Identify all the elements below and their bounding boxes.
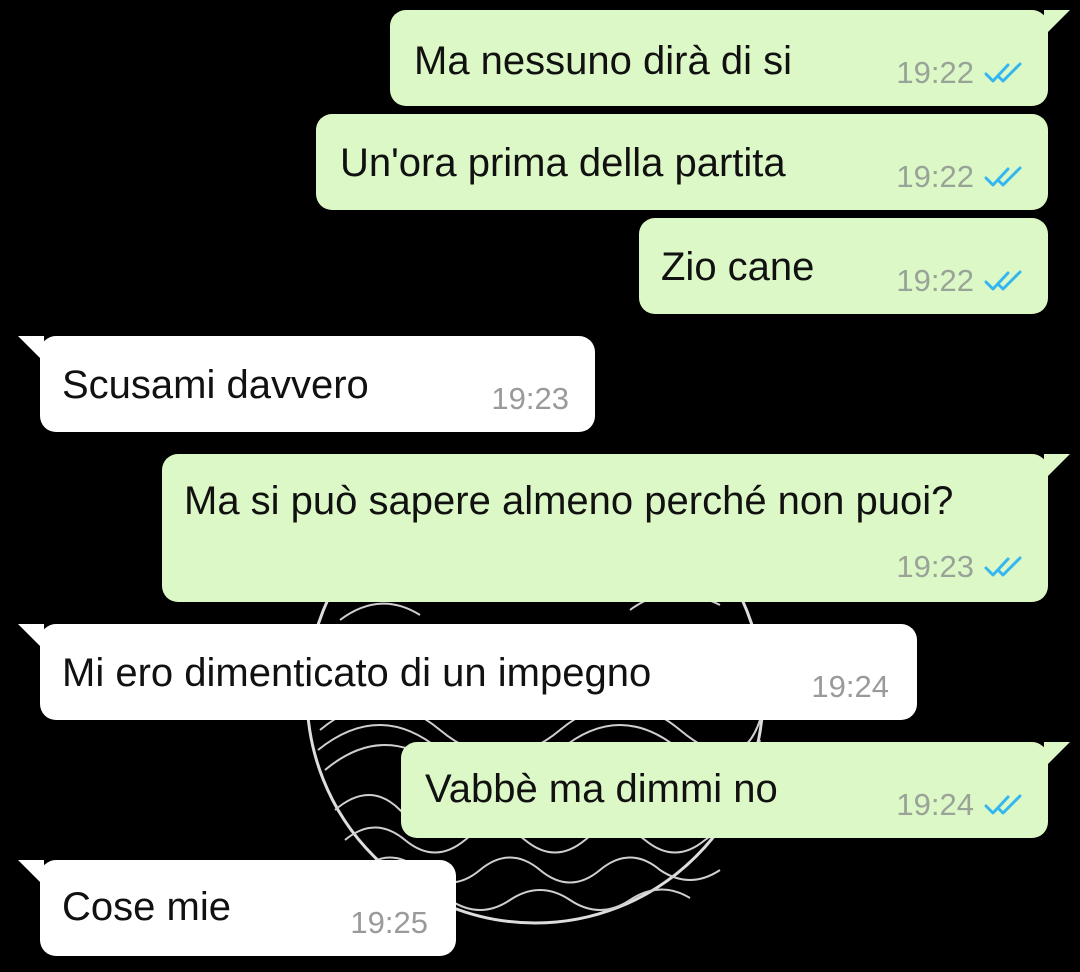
double-check-read-icon — [984, 556, 1022, 577]
message-time: 19:22 — [896, 55, 974, 90]
message-list[interactable]: Ma nessuno dirà di si 19:22 Un'ora prima… — [0, 0, 1080, 972]
message-text: Cose mie — [62, 885, 231, 929]
message-text: Zio cane — [661, 245, 815, 289]
message-text: Ma nessuno dirà di si — [414, 39, 792, 83]
message-time: 19:24 — [896, 787, 974, 822]
double-check-read-icon — [984, 166, 1022, 187]
message-time: 19:23 — [491, 381, 569, 416]
bubble-tail — [18, 860, 44, 886]
outgoing-message-bubble[interactable]: Un'ora prima della partita 19:22 — [316, 114, 1048, 210]
bubble-tail — [1044, 454, 1070, 480]
message-time: 19:25 — [350, 905, 428, 940]
bubble-tail — [1044, 742, 1070, 768]
bubble-tail — [18, 336, 44, 362]
message-text: Mi ero dimenticato di un impegno — [62, 651, 652, 695]
message-text: Vabbè ma dimmi no — [425, 767, 778, 811]
double-check-read-icon — [984, 62, 1022, 83]
double-check-read-icon — [984, 794, 1022, 815]
bubble-tail — [1044, 10, 1070, 36]
outgoing-message-bubble[interactable]: Zio cane 19:22 — [639, 218, 1048, 314]
message-time: 19:24 — [811, 669, 889, 704]
bubble-tail — [18, 624, 44, 650]
message-text: Ma si può sapere almeno perché non puoi? — [184, 479, 954, 523]
outgoing-message-bubble[interactable]: Ma nessuno dirà di si 19:22 — [390, 10, 1070, 106]
incoming-message-bubble[interactable]: Mi ero dimenticato di un impegno 19:24 — [18, 624, 917, 720]
double-check-read-icon — [984, 270, 1022, 291]
incoming-message-bubble[interactable]: Cose mie 19:25 — [18, 860, 456, 956]
message-time: 19:22 — [896, 263, 974, 298]
message-time: 19:23 — [896, 549, 974, 584]
incoming-message-bubble[interactable]: Scusami davvero 19:23 — [18, 336, 595, 432]
message-time: 19:22 — [896, 159, 974, 194]
outgoing-message-bubble[interactable]: Vabbè ma dimmi no 19:24 — [401, 742, 1070, 838]
outgoing-message-bubble[interactable]: Ma si può sapere almeno perché non puoi?… — [162, 454, 1070, 602]
message-text: Un'ora prima della partita — [340, 141, 786, 185]
message-text: Scusami davvero — [62, 363, 369, 407]
